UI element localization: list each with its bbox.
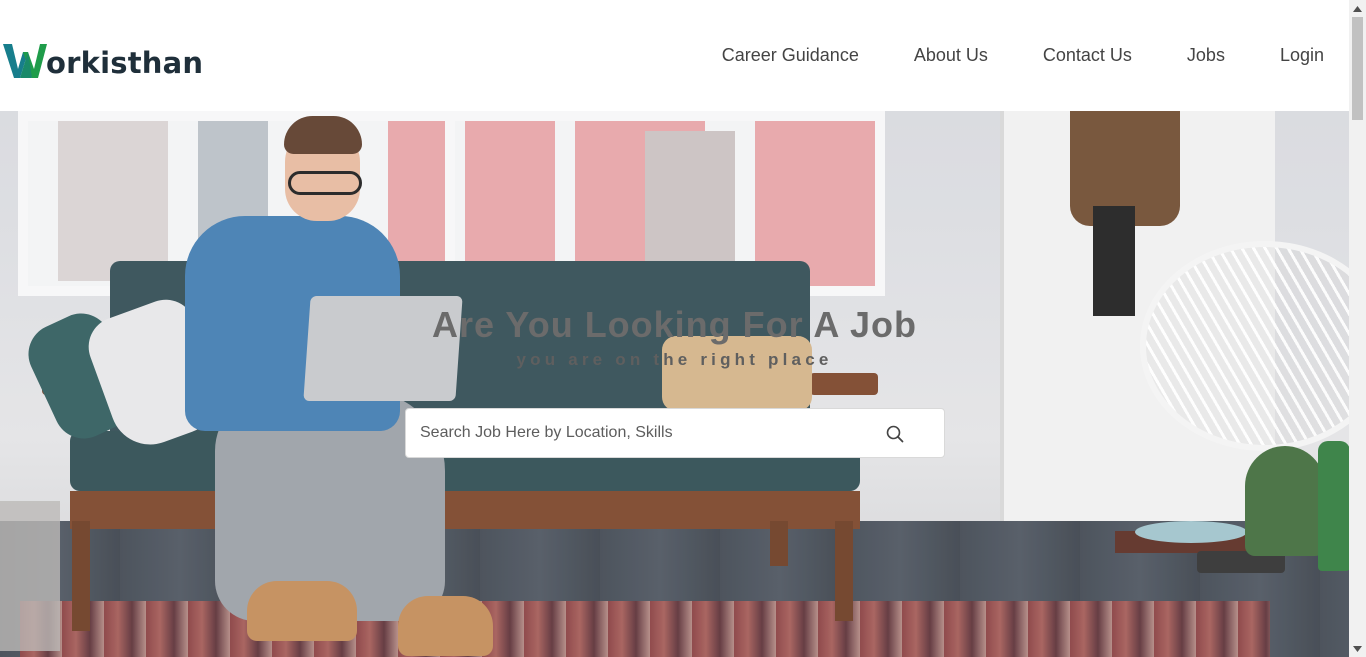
hero-subline: you are on the right place — [516, 350, 833, 369]
logo-w-mark-icon — [3, 44, 47, 78]
scrollbar-thumb[interactable] — [1352, 17, 1363, 120]
hero-banner: Are You Looking For A Job you are on the… — [0, 111, 1349, 657]
vertical-scrollbar[interactable] — [1349, 0, 1366, 657]
nav-contact-us[interactable]: Contact Us — [1043, 44, 1132, 66]
nav-about-us[interactable]: About Us — [914, 44, 988, 66]
scroll-up-arrow-icon[interactable] — [1349, 0, 1366, 17]
nav-jobs[interactable]: Jobs — [1187, 44, 1225, 66]
job-search-bar — [405, 408, 945, 458]
logo-text: orkisthan — [46, 46, 204, 80]
workisthan-logo[interactable]: orkisthan — [3, 40, 203, 80]
scroll-down-arrow-icon[interactable] — [1349, 640, 1366, 657]
nav-career-guidance[interactable]: Career Guidance — [722, 44, 859, 66]
search-icon — [886, 425, 904, 442]
search-button[interactable] — [884, 424, 906, 446]
hero-headline: Are You Looking For A Job — [431, 304, 917, 345]
nav-login[interactable]: Login — [1280, 44, 1324, 66]
job-search-input[interactable] — [406, 409, 866, 457]
site-header: orkisthan Career Guidance About Us Conta… — [0, 0, 1349, 111]
main-nav: Career Guidance About Us Contact Us Jobs… — [722, 44, 1324, 66]
